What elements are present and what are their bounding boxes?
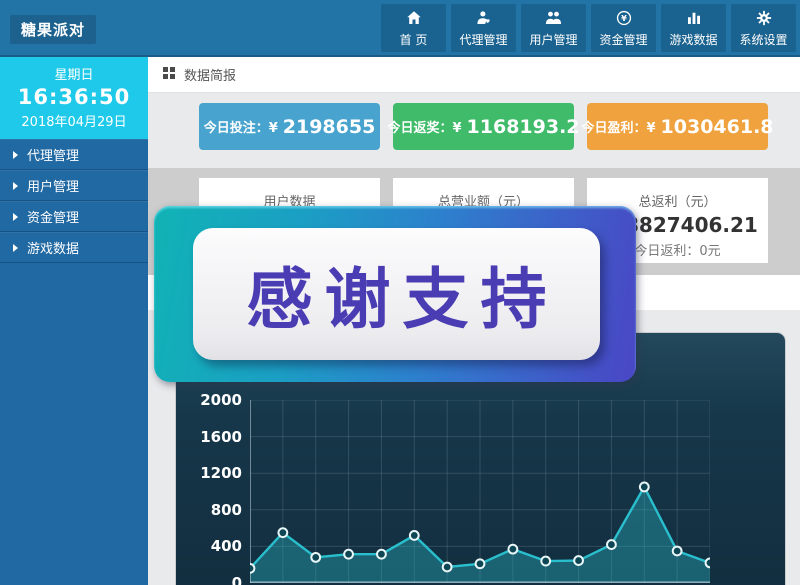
stat-card-today-profit: 今日盈利：¥1030461.8 — [587, 103, 768, 150]
users-icon — [544, 9, 563, 28]
nav-label: 资金管理 — [599, 31, 647, 48]
nav-users[interactable]: 用户管理 — [521, 4, 586, 52]
sidebar-item-label: 代理管理 — [27, 145, 79, 164]
stat-card-value: 1168193.2 — [467, 116, 580, 138]
sidebar-item-label: 资金管理 — [27, 207, 79, 226]
stat-card-value: 2198655 — [283, 116, 376, 138]
nav-label: 首 页 — [400, 31, 428, 48]
stat-cards-row: 今日投注：¥2198655今日返奖：¥1168193.2今日盈利：¥103046… — [148, 93, 800, 168]
app-logo[interactable]: 糖果派对 — [10, 15, 96, 44]
breadcrumb-label: 数据简报 — [184, 65, 236, 84]
data-point-marker — [607, 540, 616, 549]
clock-date: 2018年04月29日 — [0, 111, 148, 130]
nav-label: 系统设置 — [739, 31, 787, 48]
data-point-marker — [344, 550, 353, 559]
data-point-marker — [476, 559, 485, 568]
header: 糖果派对 首 页 代理管理 用户管理 ¥ 资金管理 游戏数据 系统设置 — [0, 0, 800, 57]
thanks-sticker-text: 感谢支持 — [247, 246, 559, 342]
stat-card-label: 今日返奖：¥ — [387, 117, 461, 136]
coin-icon: ¥ — [615, 9, 633, 28]
sidebar: 星期日 16:36:50 2018年04月29日 代理管理用户管理资金管理游戏数… — [0, 57, 148, 585]
data-point-marker — [377, 550, 386, 559]
stat-card-value: 1030461.8 — [661, 116, 774, 138]
agent-icon — [475, 9, 493, 28]
chevron-right-icon — [13, 151, 18, 159]
thanks-sticker-card: 感谢支持 — [193, 228, 600, 360]
sidebar-item-game-data[interactable]: 游戏数据 — [0, 232, 148, 263]
nav-funds[interactable]: ¥ 资金管理 — [591, 4, 656, 52]
gear-icon — [755, 9, 773, 28]
chevron-right-icon — [13, 182, 18, 190]
data-point-marker — [541, 557, 550, 566]
sidebar-item-agents[interactable]: 代理管理 — [0, 139, 148, 170]
sidebar-clock: 星期日 16:36:50 2018年04月29日 — [0, 57, 148, 139]
area-chart — [250, 400, 710, 583]
barchart-icon — [685, 9, 703, 28]
header-nav: 首 页 代理管理 用户管理 ¥ 资金管理 游戏数据 系统设置 — [381, 4, 800, 52]
data-point-marker — [250, 564, 254, 573]
y-axis-tick-label: 1600 — [176, 428, 242, 446]
sidebar-item-users[interactable]: 用户管理 — [0, 170, 148, 201]
y-axis-tick-label: 800 — [176, 501, 242, 519]
nav-settings[interactable]: 系统设置 — [731, 4, 796, 52]
data-point-marker — [706, 558, 710, 567]
data-point-marker — [311, 553, 320, 562]
y-axis-tick-label: 400 — [176, 537, 242, 555]
thanks-sticker-overlay: 感谢支持 — [154, 206, 636, 382]
stat-card-today-bet: 今日投注：¥ 2198655 — [199, 103, 380, 150]
svg-text:¥: ¥ — [621, 13, 627, 23]
y-axis-tick-label: 0 — [176, 574, 242, 585]
data-point-marker — [574, 556, 583, 565]
data-point-marker — [278, 528, 287, 537]
data-point-marker — [410, 531, 419, 540]
clock-time: 16:36:50 — [0, 85, 148, 109]
chevron-right-icon — [13, 213, 18, 221]
nav-label: 游戏数据 — [669, 31, 717, 48]
stat-card-label: 今日投注：¥ — [204, 117, 278, 136]
data-point-marker — [673, 547, 682, 556]
nav-label: 代理管理 — [459, 31, 507, 48]
y-axis-tick-label: 2000 — [176, 391, 242, 409]
sidebar-menu: 代理管理用户管理资金管理游戏数据 — [0, 139, 148, 263]
nav-label: 用户管理 — [529, 31, 577, 48]
home-icon — [405, 9, 423, 28]
clock-weekday: 星期日 — [0, 64, 148, 83]
sidebar-item-label: 游戏数据 — [27, 238, 79, 257]
chevron-right-icon — [13, 244, 18, 252]
breadcrumb: 数据简报 — [148, 57, 800, 93]
nav-game-data[interactable]: 游戏数据 — [661, 4, 726, 52]
y-axis-tick-label: 1200 — [176, 464, 242, 482]
sidebar-item-label: 用户管理 — [27, 176, 79, 195]
sidebar-item-funds[interactable]: 资金管理 — [0, 201, 148, 232]
stat-card-today-payout: 今日返奖：¥1168193.2 — [393, 103, 574, 150]
data-point-marker — [640, 483, 649, 492]
stat-card-label: 今日盈利：¥ — [581, 117, 655, 136]
data-point-marker — [443, 563, 452, 572]
nav-home[interactable]: 首 页 — [381, 4, 446, 52]
grid-icon — [163, 67, 175, 83]
nav-agents[interactable]: 代理管理 — [451, 4, 516, 52]
data-point-marker — [508, 545, 517, 554]
